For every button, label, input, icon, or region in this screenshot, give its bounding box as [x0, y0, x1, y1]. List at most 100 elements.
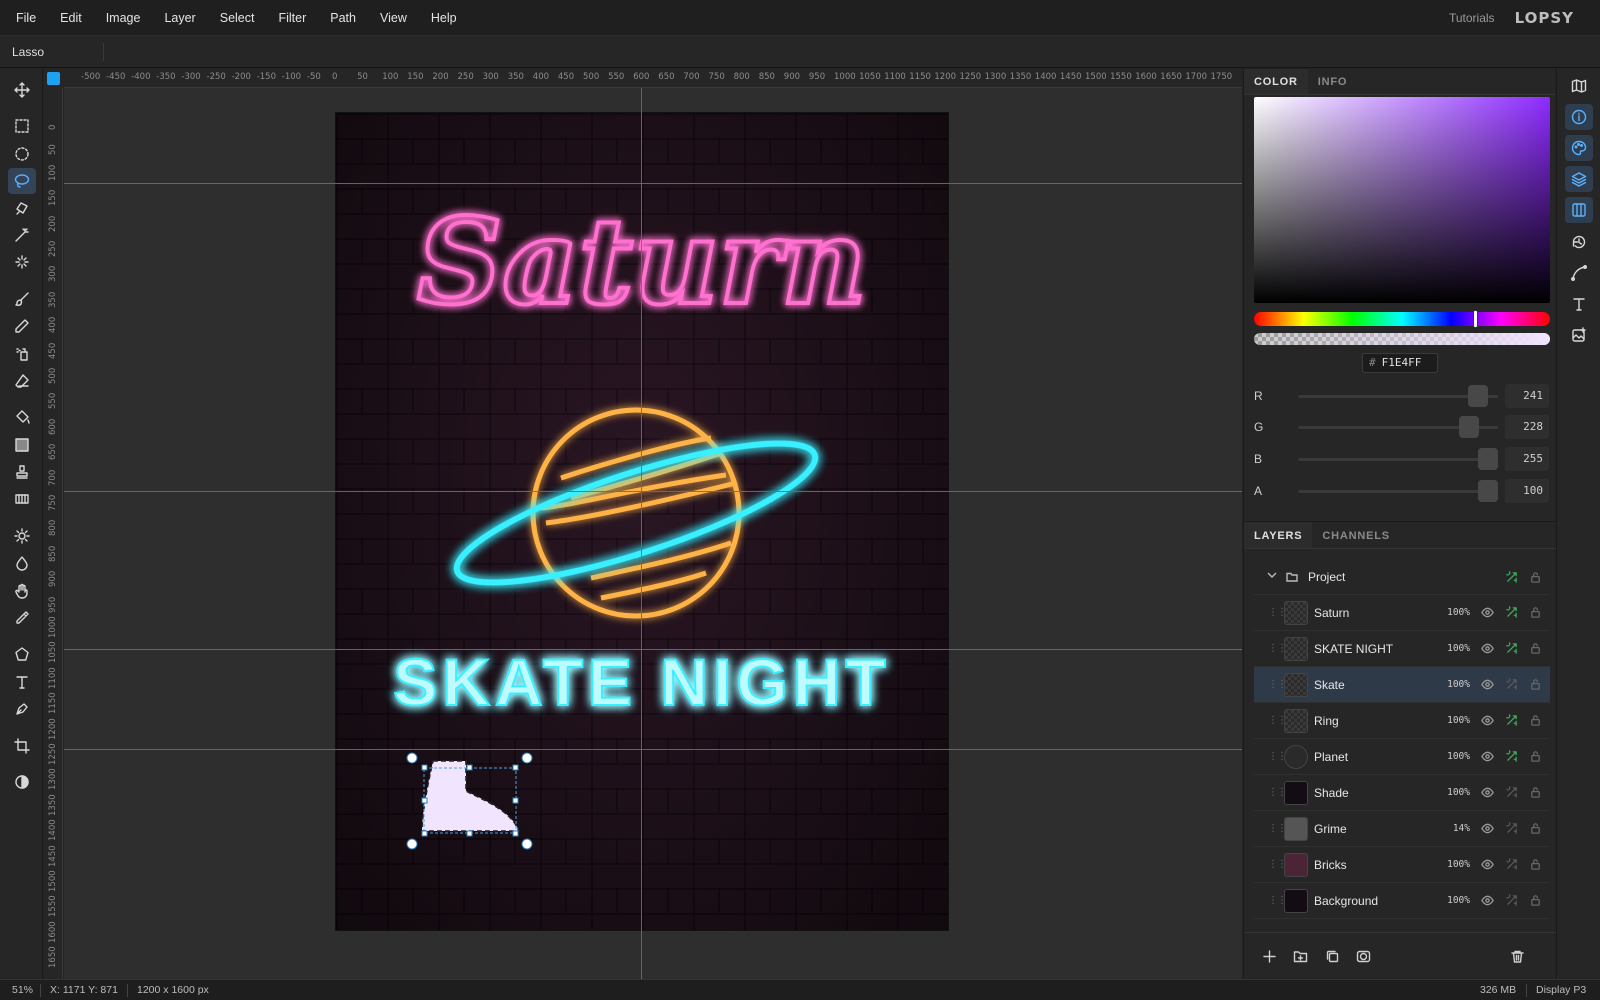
drag-handle-icon[interactable]: ⋮⋮ — [1268, 895, 1287, 905]
eraser-tool[interactable] — [8, 368, 36, 394]
lock-icon[interactable] — [1526, 712, 1544, 730]
brush-tool[interactable] — [8, 286, 36, 312]
menu-edit[interactable]: Edit — [48, 0, 94, 36]
layer-row-skate[interactable]: ⋮⋮ Skate 100% — [1254, 667, 1550, 703]
dodge-tool[interactable] — [8, 523, 36, 549]
layer-opacity[interactable]: 100% — [1430, 643, 1470, 654]
layer-opacity[interactable]: 100% — [1430, 715, 1470, 726]
layers-panel-button[interactable] — [1565, 166, 1593, 192]
guide-horizontal[interactable] — [64, 183, 1242, 184]
menu-path[interactable]: Path — [318, 0, 368, 36]
layer-opacity[interactable]: 100% — [1430, 895, 1470, 906]
paths-panel-button[interactable] — [1565, 260, 1593, 286]
history-panel-button[interactable] — [1565, 229, 1593, 255]
chevron-down-icon[interactable] — [1266, 568, 1280, 586]
effects-icon[interactable] — [1502, 856, 1520, 874]
effects-icon[interactable] — [1502, 748, 1520, 766]
layer-opacity[interactable]: 100% — [1430, 787, 1470, 798]
alpha-slider[interactable] — [1254, 333, 1550, 345]
menu-view[interactable]: View — [368, 0, 419, 36]
info-panel-button[interactable] — [1565, 104, 1593, 130]
menu-filter[interactable]: Filter — [266, 0, 318, 36]
layer-row-shade[interactable]: ⋮⋮ Shade 100% — [1254, 775, 1550, 811]
layer-name[interactable]: SKATE NIGHT — [1314, 642, 1430, 656]
drag-handle-icon[interactable]: ⋮⋮ — [1268, 715, 1287, 725]
lock-icon[interactable] — [1526, 820, 1544, 838]
guide-horizontal[interactable] — [64, 649, 1242, 650]
effects-icon[interactable] — [1502, 820, 1520, 838]
layer-name[interactable]: Grime — [1314, 822, 1430, 836]
sharpen-tool[interactable] — [8, 550, 36, 576]
menu-image[interactable]: Image — [94, 0, 153, 36]
effects-icon[interactable] — [1502, 892, 1520, 910]
drag-handle-icon[interactable]: ⋮⋮ — [1268, 643, 1287, 653]
lock-icon[interactable] — [1526, 892, 1544, 910]
new-group-button[interactable] — [1290, 946, 1310, 966]
resize-handle-top[interactable] — [466, 764, 473, 771]
tab-info[interactable]: INFO — [1308, 69, 1357, 94]
channel-thumb[interactable] — [1468, 385, 1489, 407]
ruler-origin-square[interactable] — [47, 72, 60, 85]
menu-help[interactable]: Help — [419, 0, 469, 36]
layer-opacity[interactable]: 100% — [1430, 679, 1470, 690]
drag-handle-icon[interactable]: ⋮⋮ — [1268, 787, 1287, 797]
layer-opacity[interactable]: 100% — [1430, 859, 1470, 870]
mask-button[interactable] — [1353, 946, 1373, 966]
gradient-tool[interactable] — [8, 432, 36, 458]
channels-panel-button[interactable] — [1565, 197, 1593, 223]
navigator-button[interactable] — [1565, 73, 1593, 99]
effects-icon[interactable] — [1502, 640, 1520, 658]
pencil-tool[interactable] — [8, 313, 36, 339]
channel-track[interactable] — [1298, 490, 1498, 493]
menu-layer[interactable]: Layer — [152, 0, 207, 36]
delete-layer-button[interactable] — [1507, 946, 1527, 966]
layer-name[interactable]: Skate — [1314, 678, 1430, 692]
rotate-handle-tr[interactable] — [521, 752, 533, 764]
move-tool[interactable] — [8, 77, 36, 103]
lock-icon[interactable] — [1526, 604, 1544, 622]
layer-name[interactable]: Bricks — [1314, 858, 1430, 872]
rotate-handle-tl[interactable] — [406, 752, 418, 764]
channel-thumb[interactable] — [1478, 448, 1498, 470]
lock-icon[interactable] — [1526, 856, 1544, 874]
smudge-tool[interactable] — [8, 578, 36, 604]
zoom-level[interactable]: 51% — [12, 984, 33, 996]
shape-tool[interactable] — [8, 641, 36, 667]
layer-opacity[interactable]: 14% — [1430, 823, 1470, 834]
guide-vertical[interactable] — [641, 88, 642, 979]
spray-tool[interactable] — [8, 341, 36, 367]
pattern-tool[interactable] — [8, 486, 36, 512]
guide-horizontal[interactable] — [64, 749, 1242, 750]
tab-color[interactable]: COLOR — [1244, 69, 1308, 94]
drag-handle-icon[interactable]: ⋮⋮ — [1268, 859, 1287, 869]
magnetic-lasso-tool[interactable] — [8, 195, 36, 221]
drag-handle-icon[interactable]: ⋮⋮ — [1268, 751, 1287, 761]
effects-icon[interactable] — [1502, 676, 1520, 694]
saturation-value-picker[interactable] — [1254, 97, 1550, 303]
lock-icon[interactable] — [1526, 568, 1544, 586]
channel-value[interactable]: 100 — [1505, 479, 1549, 503]
lock-icon[interactable] — [1526, 748, 1544, 766]
layer-opacity[interactable]: 100% — [1430, 607, 1470, 618]
ruler-top[interactable]: -500 -450 -400 -350 -300 -250 -200 -150 -100 -50 0… — [64, 69, 1242, 88]
rotate-handle-br[interactable] — [521, 838, 533, 850]
fill-tool[interactable] — [8, 404, 36, 430]
canvas-workspace[interactable]: Saturn SKATE NIGHT — [64, 88, 1242, 979]
stamp-tool[interactable] — [8, 459, 36, 485]
color-panel-button[interactable] — [1565, 135, 1593, 161]
text-tool[interactable] — [8, 669, 36, 695]
lock-icon[interactable] — [1526, 784, 1544, 802]
lock-icon[interactable] — [1526, 676, 1544, 694]
layer-row-skate-night[interactable]: ⋮⋮ SKATE NIGHT 100% — [1254, 631, 1550, 667]
effects-icon[interactable] — [1502, 712, 1520, 730]
eyedropper-tool[interactable] — [8, 605, 36, 631]
resize-handle-tl[interactable] — [421, 764, 428, 771]
tutorials-link[interactable]: Tutorials — [1449, 11, 1495, 25]
layer-opacity[interactable]: 100% — [1430, 751, 1470, 762]
lasso-tool[interactable] — [8, 168, 36, 194]
resize-handle-bottom[interactable] — [466, 830, 473, 837]
contrast-tool[interactable] — [8, 769, 36, 795]
resize-handle-bl[interactable] — [421, 830, 428, 837]
rect-select-tool[interactable] — [8, 113, 36, 139]
document-canvas[interactable]: Saturn SKATE NIGHT — [336, 113, 948, 930]
